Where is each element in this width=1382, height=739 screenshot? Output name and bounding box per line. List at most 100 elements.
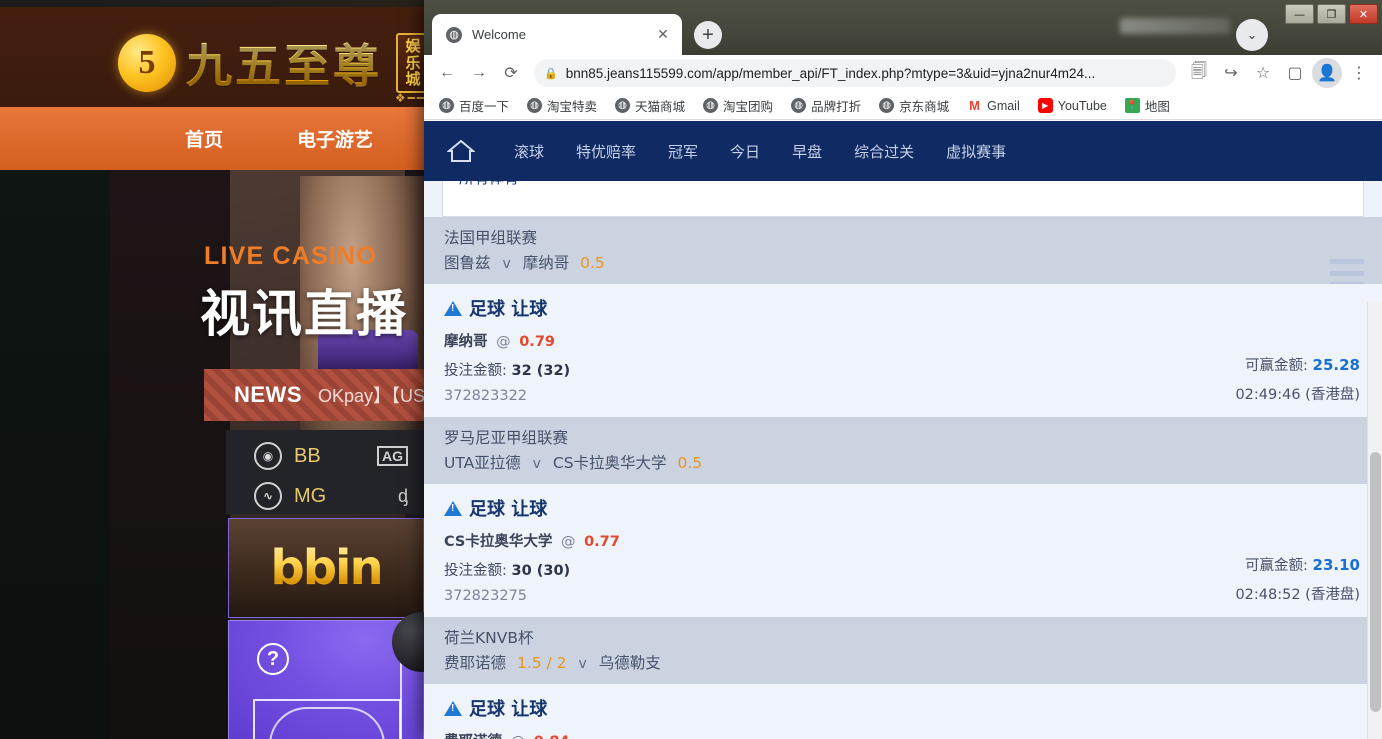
bbin-game-tile[interactable]: bbin <box>228 518 424 618</box>
provider-badge-ag[interactable]: AG <box>377 446 408 466</box>
casino-nav-item-home[interactable]: 首页 <box>148 125 260 152</box>
bet-timestamp: 02:48:52 (香港盘) <box>1235 587 1360 603</box>
sportsbook-nav: 滚球 特优赔率 冠军 今日 早盘 综合过关 虚拟赛事 <box>424 121 1382 181</box>
bet-selection: 摩纳哥 <box>444 334 488 350</box>
casino-nav-item-slots[interactable]: 电子游艺 <box>260 125 410 152</box>
bet-details: 足球 让球 费耶诺德 @ 0.84 投注金额: 30 (30) 37282325… <box>424 684 1382 739</box>
handicap-value: 0.5 <box>677 454 703 472</box>
match-teams: UTA亚拉德 v CS卡拉奥华大学 0.5 <box>444 451 1362 473</box>
bet-summary: 可赢金额: 23.10 02:48:52 (香港盘) <box>1235 554 1360 604</box>
address-bar-url: bnn85.jeans115599.com/app/member_api/FT_… <box>565 65 1096 81</box>
match-teams: 费耶诺德 1.5 / 2 v 乌德勒支 <box>444 651 1362 673</box>
bet-odds: 0.77 <box>584 534 620 550</box>
nav-link-live[interactable]: 滚球 <box>498 141 560 162</box>
bookmark-label: 京东商城 <box>899 100 950 114</box>
nav-link-today[interactable]: 今日 <box>714 141 776 162</box>
warning-icon <box>444 700 462 716</box>
window-controls: — ❐ ✕ <box>1285 4 1378 24</box>
maps-icon: 📍 <box>1124 98 1140 113</box>
hamburger-icon[interactable] <box>1330 259 1364 287</box>
match-header[interactable]: 法国甲组联赛 图鲁兹 v 摩纳哥 0.5 <box>424 217 1382 284</box>
bookmark-jd[interactable]: ◍ 京东商城 <box>872 95 956 117</box>
browser-toolbar: ← → ⟳ 🔒 bnn85.jeans115599.com/app/member… <box>424 55 1382 92</box>
scrollbar-thumb[interactable] <box>1370 452 1381 712</box>
new-tab-button[interactable]: + <box>694 21 722 49</box>
help-question-icon[interactable]: ? <box>257 643 289 675</box>
bookmark-tmall[interactable]: ◍ 天猫商城 <box>608 95 692 117</box>
share-icon[interactable]: ↪ <box>1216 58 1246 88</box>
nav-link-early[interactable]: 早盘 <box>776 141 838 162</box>
browser-titlebar[interactable]: ◍ Welcome ✕ + ⌄ — ❐ ✕ <box>424 0 1382 55</box>
bookmark-taobao-sale[interactable]: ◍ 淘宝特卖 <box>520 95 604 117</box>
bet-type-row: 足球 让球 <box>444 495 1362 521</box>
browser-menu-icon[interactable]: ⋮ <box>1344 58 1374 88</box>
provider-row-mg[interactable]: ∿ MG ᶁ <box>226 476 424 516</box>
bet-odds: 0.79 <box>519 334 555 350</box>
bookmark-brand-discount[interactable]: ◍ 品牌打折 <box>784 95 868 117</box>
away-team: 摩纳哥 <box>522 254 570 272</box>
home-icon[interactable] <box>446 137 476 165</box>
page-scrollbar[interactable] <box>1367 302 1382 739</box>
bet-stake-row: 投注金额: 30 (30) <box>444 559 1362 580</box>
bbin-logo-text: bbin <box>270 540 383 596</box>
bet-selection-row: CS卡拉奥华大学 @ 0.77 <box>444 530 1362 551</box>
globe-icon: ◍ <box>527 98 543 113</box>
versus-label: v <box>578 656 587 672</box>
bookmark-baidu[interactable]: ◍ 百度一下 <box>432 95 516 117</box>
provider-badge-extra[interactable]: ᶁ <box>398 486 408 507</box>
globe-icon: ◍ <box>791 98 807 113</box>
forward-icon[interactable]: → <box>464 58 494 88</box>
win-label: 可赢金额: <box>1245 358 1308 374</box>
bookmark-label: 淘宝团购 <box>723 100 774 114</box>
nav-link-special-odds[interactable]: 特优赔率 <box>560 141 652 162</box>
back-icon[interactable]: ← <box>432 58 462 88</box>
provider-name-mg: MG <box>294 484 327 507</box>
match-header[interactable]: 荷兰KNVB杯 费耶诺德 1.5 / 2 v 乌德勒支 <box>424 617 1382 684</box>
provider-name-bb: BB <box>294 444 321 467</box>
chevron-down-icon[interactable]: ⌄ <box>1236 19 1268 51</box>
bookmark-label: Gmail <box>987 98 1020 113</box>
match-header[interactable]: 罗马尼亚甲组联赛 UTA亚拉德 v CS卡拉奥华大学 0.5 <box>424 417 1382 484</box>
bookmark-star-icon[interactable]: ☆ <box>1248 58 1278 88</box>
bet-selection-row: 费耶诺德 @ 0.84 <box>444 730 1362 739</box>
close-icon[interactable]: ✕ <box>654 26 672 44</box>
bookmark-taobao-group[interactable]: ◍ 淘宝团购 <box>696 95 780 117</box>
bet-reference: 372823275 <box>444 588 528 604</box>
bet-selection: 费耶诺德 <box>444 734 502 739</box>
bet-selection: CS卡拉奥华大学 <box>444 534 553 550</box>
bookmark-maps[interactable]: 📍 地图 <box>1118 95 1177 117</box>
bet-selection-row: 摩纳哥 @ 0.79 <box>444 330 1362 351</box>
maximize-button[interactable]: ❐ <box>1317 4 1346 24</box>
nav-link-virtual[interactable]: 虚拟赛事 <box>930 141 1022 162</box>
stake-amount: 32 (32) <box>511 363 571 379</box>
gmail-icon: M <box>967 98 983 113</box>
side-panel-icon[interactable]: ▢ <box>1280 58 1310 88</box>
clipped-filter-row[interactable]: 所有体育 <box>442 181 1364 217</box>
clipped-filter-label: 所有体育 <box>459 181 519 188</box>
address-bar[interactable]: 🔒 bnn85.jeans115599.com/app/member_api/F… <box>534 59 1176 87</box>
away-team: 乌德勒支 <box>598 654 661 672</box>
bookmark-label: 天猫商城 <box>635 100 686 114</box>
profile-icon[interactable]: 👤 <box>1312 58 1342 88</box>
bet-type-row: 足球 让球 <box>444 695 1362 721</box>
bookmark-gmail[interactable]: M Gmail <box>960 95 1027 117</box>
lock-icon: 🔒 <box>544 67 558 80</box>
bet-details: 足球 让球 摩纳哥 @ 0.79 投注金额: 32 (32) 372823322… <box>424 284 1382 417</box>
nav-link-parlay[interactable]: 综合过关 <box>838 141 930 162</box>
versus-label: v <box>502 256 511 272</box>
minimize-button[interactable]: — <box>1285 4 1314 24</box>
game-provider-panel: ◉ BB AG ∿ MG ᶁ <box>226 430 424 514</box>
reload-icon[interactable]: ⟳ <box>496 58 526 88</box>
bet-stake-row: 投注金额: 32 (32) <box>444 359 1362 380</box>
wave-icon: ∿ <box>254 482 282 510</box>
close-window-button[interactable]: ✕ <box>1349 4 1378 24</box>
stake-amount: 30 (30) <box>511 563 571 579</box>
hero-title: 视讯直播 <box>200 285 408 343</box>
bookmark-youtube[interactable]: ▶ YouTube <box>1031 95 1114 117</box>
globe-icon: ◍ <box>439 98 454 113</box>
league-name: 荷兰KNVB杯 <box>444 629 534 647</box>
provider-row-bb[interactable]: ◉ BB AG <box>226 436 424 476</box>
browser-tab[interactable]: ◍ Welcome ✕ <box>432 14 682 55</box>
nav-link-champion[interactable]: 冠军 <box>652 141 714 162</box>
translate-icon[interactable]: 🗐 <box>1184 58 1214 88</box>
